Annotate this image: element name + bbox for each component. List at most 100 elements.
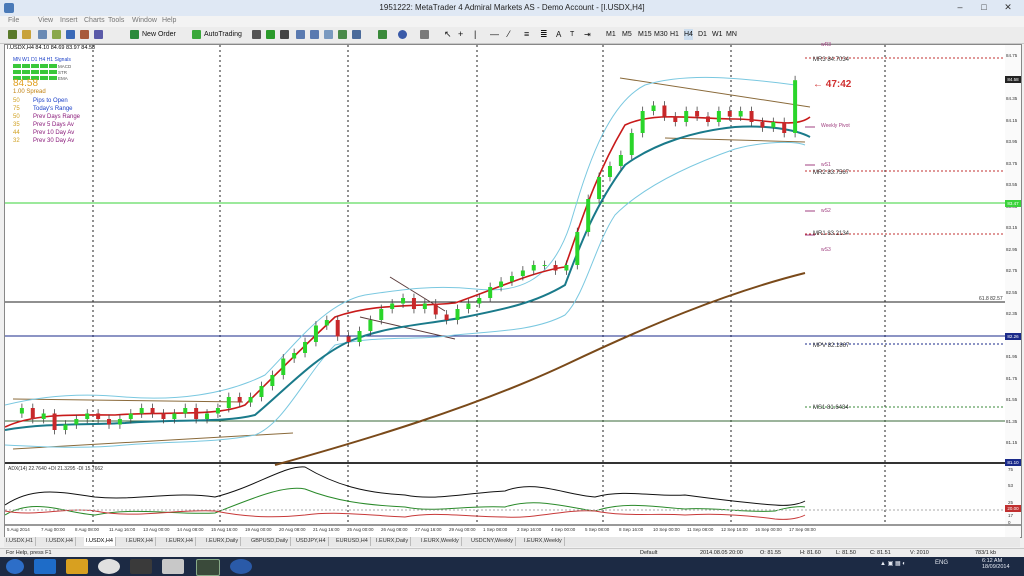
bull-candle <box>640 111 645 133</box>
time-axis-label: 21 Aug 16:00 <box>313 527 340 532</box>
adx-tag: 20.00 <box>1005 505 1021 512</box>
tile-windows-icon[interactable] <box>324 30 333 39</box>
horizontal-line-icon[interactable]: — <box>490 29 499 40</box>
timeframe-m30[interactable]: M30 <box>654 29 668 40</box>
candlestick-icon[interactable] <box>266 30 275 39</box>
menu-insert[interactable]: Insert <box>60 17 78 24</box>
crosshair-icon[interactable]: + <box>458 29 463 40</box>
trendline-icon[interactable]: ⁄ <box>508 29 510 40</box>
bear-candle <box>96 413 101 419</box>
time-axis-label: 15 Aug 16:00 <box>211 527 238 532</box>
close-button[interactable]: ✕ <box>996 1 1020 14</box>
explorer-icon[interactable] <box>66 559 88 574</box>
arrows-icon[interactable]: ⇥ <box>584 29 591 40</box>
time-axis-label: 16 Sep 00:00 <box>755 527 782 532</box>
price-chart[interactable] <box>5 45 1021 537</box>
bear-candle <box>673 116 678 122</box>
data-window-icon[interactable] <box>52 30 61 39</box>
metatrader-icon[interactable] <box>196 559 220 576</box>
title-bar: 1951222: MetaTrader 4 Admiral Markets AS… <box>0 0 1024 17</box>
strategy-tester-icon[interactable] <box>94 30 103 39</box>
new-order-button[interactable]: New Order <box>142 29 176 40</box>
periods-icon[interactable] <box>398 30 407 39</box>
tab-eurusd-h4[interactable]: EURUSD,H4 <box>334 537 371 546</box>
text-label-icon[interactable]: T <box>570 29 574 40</box>
autotrading-icon[interactable] <box>192 30 201 39</box>
start-icon[interactable] <box>6 559 24 574</box>
menu-file[interactable]: File <box>8 17 19 24</box>
app-icon-dark[interactable] <box>130 559 152 574</box>
timeframe-m5[interactable]: M5 <box>622 29 632 40</box>
bull-candle <box>520 270 525 276</box>
new-order-icon[interactable] <box>130 30 139 39</box>
signal-col: H4 <box>38 57 46 63</box>
tab-eurx-h4[interactable]: I.EURX,H4 <box>124 537 156 546</box>
menu-charts[interactable]: Charts <box>84 17 105 24</box>
timeframe-d1[interactable]: D1 <box>698 29 707 40</box>
maximize-button[interactable]: □ <box>972 1 996 14</box>
stat-row: 44 Prev 10 Day Av <box>13 130 75 136</box>
templates-icon[interactable] <box>420 30 429 39</box>
timeframe-h4[interactable]: H4 <box>684 29 693 40</box>
autotrading-button[interactable]: AutoTrading <box>204 29 242 40</box>
adx-label: ADX(14) 22.7640 +DI 21.3295 -DI 15.7662 <box>8 466 103 472</box>
tab-iusdx-h4[interactable]: I.USDX,H4 <box>84 537 116 546</box>
tab-eurx-weekly[interactable]: I.EURX,Weekly <box>419 537 462 546</box>
fibonacci-icon[interactable]: ≣ <box>540 29 548 40</box>
tab-eurx-h4b[interactable]: I.EURX,H4 <box>164 537 196 546</box>
stat-row: 50 Pips to Open <box>13 98 68 104</box>
zoom-out-icon[interactable] <box>310 30 319 39</box>
app-icon-blue[interactable] <box>230 559 252 574</box>
tab-iusdx-h1[interactable]: I.USDX,H1 <box>4 537 36 546</box>
line-chart-icon[interactable] <box>280 30 289 39</box>
indicators-icon[interactable] <box>378 30 387 39</box>
timeframe-h1[interactable]: H1 <box>670 29 679 40</box>
cursor-icon[interactable]: ↖ <box>444 29 452 40</box>
bull-candle <box>215 408 220 414</box>
tab-eurx-weekly2[interactable]: I.EURX,Weekly <box>522 537 565 546</box>
signal-col: MN <box>13 57 21 63</box>
menu-view[interactable]: View <box>38 17 53 24</box>
navigator-icon[interactable] <box>66 30 75 39</box>
timeframe-m1[interactable]: M1 <box>606 29 616 40</box>
tray-icons[interactable]: ▲ ▣ ▦ ◐ <box>880 560 906 567</box>
clock[interactable]: 6:12 AM 18/09/2014 <box>982 558 1010 570</box>
time-axis-label: 11 Sep 08:00 <box>687 527 714 532</box>
vertical-line-icon[interactable]: | <box>474 29 476 40</box>
ie-icon[interactable] <box>34 559 56 574</box>
text-icon[interactable]: A <box>556 29 561 40</box>
menu-help[interactable]: Help <box>162 17 176 24</box>
equidistant-channel-icon[interactable]: ≡ <box>524 29 529 40</box>
bull-candle <box>368 320 373 331</box>
window-title: 1951222: MetaTrader 4 Admiral Markets AS… <box>379 3 645 12</box>
bar-chart-icon[interactable] <box>252 30 261 39</box>
bull-candle <box>259 386 264 397</box>
chrome-icon[interactable] <box>98 559 120 574</box>
app-icon-grey[interactable] <box>162 559 184 574</box>
chart-window[interactable]: I.USDX,H4 84.10 84.69 83.97 84.58 MN W1 … <box>4 42 1022 538</box>
tab-iusdx-h4b[interactable]: I.USDX,H4 <box>44 537 76 546</box>
terminal-icon[interactable] <box>80 30 89 39</box>
autoscroll-icon[interactable] <box>338 30 347 39</box>
timeframe-w1[interactable]: W1 <box>712 29 723 40</box>
timeframe-mn[interactable]: MN <box>726 29 737 40</box>
chart-shift-icon[interactable] <box>352 30 361 39</box>
tab-usdjpy-h4[interactable]: USDJPY,H4 <box>294 537 329 546</box>
price-pane <box>5 45 1005 463</box>
minimize-button[interactable]: – <box>948 1 972 14</box>
tab-usdcny-weekly[interactable]: USDCNY,Weekly <box>469 537 516 546</box>
menu-window[interactable]: Window <box>132 17 157 24</box>
profiles-icon[interactable] <box>22 30 31 39</box>
timeframe-m15[interactable]: M15 <box>638 29 652 40</box>
language-indicator[interactable]: ENG <box>935 560 948 566</box>
zoom-in-icon[interactable] <box>296 30 305 39</box>
new-chart-icon[interactable] <box>8 30 17 39</box>
market-watch-icon[interactable] <box>38 30 47 39</box>
time-axis-label: 17 Sep 08:00 <box>789 527 816 532</box>
tab-eurx-daily[interactable]: I.EURX,Daily <box>204 537 242 546</box>
tab-eurx-daily2[interactable]: I.EURX,Daily <box>374 537 412 546</box>
bull-candle <box>85 413 90 419</box>
mr2-label: MR2 83.7567 <box>813 170 850 176</box>
tab-gbpusd-daily[interactable]: GBPUSD,Daily <box>249 537 291 546</box>
menu-tools[interactable]: Tools <box>108 17 124 24</box>
